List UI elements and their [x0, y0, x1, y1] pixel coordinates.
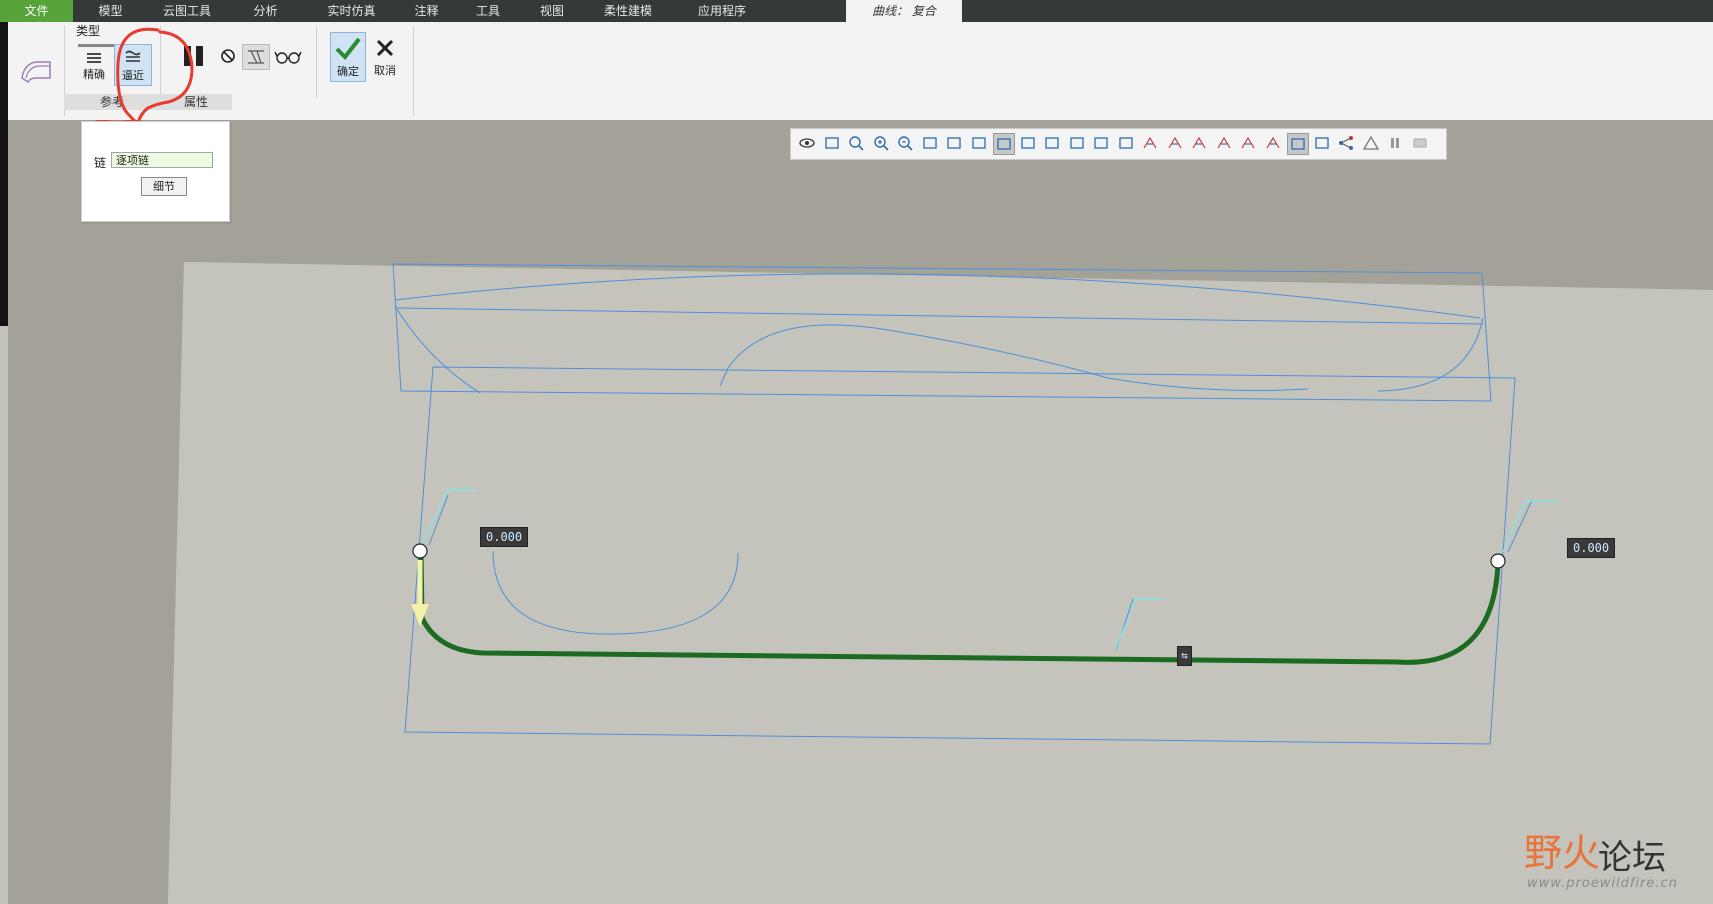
- tab-tools[interactable]: 工具: [455, 0, 521, 22]
- start-point-handle[interactable]: [412, 543, 428, 559]
- cancel-button[interactable]: 取消: [368, 32, 402, 80]
- axis-tag-icon[interactable]: [1214, 133, 1234, 153]
- csys-icon[interactable]: [1165, 133, 1185, 153]
- dimension-label-mid[interactable]: ⇆: [1177, 646, 1192, 666]
- spin-center-icon[interactable]: [822, 133, 842, 153]
- type-group-title: 类型: [76, 24, 101, 38]
- tab-realtime-sim[interactable]: 实时仿真: [305, 0, 398, 22]
- zoom-box-icon[interactable]: [846, 133, 866, 153]
- ribbon: 类型 精确 逼近 确定 取消 参考 属性: [8, 22, 1713, 121]
- prohibited-icon: [221, 49, 235, 63]
- left-edge-strip: [0, 22, 8, 326]
- tab-curve-composite[interactable]: 曲线： 复合: [846, 0, 962, 22]
- saved-views-icon[interactable]: [1042, 133, 1062, 153]
- end-point-handle[interactable]: [1490, 553, 1506, 569]
- tab-file[interactable]: 文件: [0, 0, 73, 22]
- tab-analysis[interactable]: 分析: [226, 0, 305, 22]
- shading-icon[interactable]: [944, 133, 964, 153]
- tab-applications[interactable]: 应用程序: [673, 0, 771, 22]
- plane-tag-icon[interactable]: [1189, 133, 1209, 153]
- spin-icon[interactable]: [1287, 133, 1309, 155]
- point-tag-icon[interactable]: [1238, 133, 1258, 153]
- network-icon[interactable]: [1336, 133, 1356, 153]
- close-icon: [376, 39, 394, 57]
- dimension-label-right[interactable]: 0.000: [1567, 538, 1616, 558]
- separator: [413, 26, 414, 116]
- select-icon[interactable]: [993, 133, 1015, 155]
- datum-plane-icon[interactable]: [1091, 133, 1111, 153]
- chain-label: 链: [94, 156, 107, 170]
- cancel-label: 取消: [374, 64, 396, 77]
- graphics-viewport[interactable]: [8, 120, 1713, 904]
- glasses-icon: [274, 51, 302, 64]
- verify-mode-button[interactable]: [242, 44, 270, 70]
- checkmark-icon: [335, 37, 361, 61]
- details-button[interactable]: 细节: [141, 177, 187, 196]
- no-preview-button[interactable]: [218, 46, 238, 66]
- tab-view[interactable]: 视图: [521, 0, 583, 22]
- csys-tag-icon[interactable]: [1263, 133, 1283, 153]
- pause-icon[interactable]: [1385, 133, 1405, 153]
- ok-button[interactable]: 确定: [330, 32, 366, 82]
- axis-icon[interactable]: [1116, 133, 1136, 153]
- chain-field[interactable]: 逐项链: [111, 152, 213, 168]
- verify-icon: [248, 50, 264, 64]
- reference-curve-icon[interactable]: [16, 48, 56, 88]
- part-surface: [168, 262, 1713, 904]
- view-icon[interactable]: [797, 133, 817, 153]
- graphics-toolbar: [790, 128, 1447, 160]
- watermark-url: www.proewildfire.cn: [1527, 876, 1678, 891]
- tab-flexible-modeling[interactable]: 柔性建模: [583, 0, 673, 22]
- dimension-label-left[interactable]: 0.000: [480, 527, 529, 547]
- triangle-icon[interactable]: [1361, 133, 1381, 153]
- references-popup: 链 逐项链 细节: [81, 121, 230, 222]
- refit-icon[interactable]: [920, 133, 940, 153]
- tab-model[interactable]: 模型: [73, 0, 148, 22]
- preview-button[interactable]: [272, 46, 304, 66]
- annotation-icon[interactable]: [1312, 133, 1332, 153]
- separator: [316, 26, 317, 98]
- watermark-brand-b: 论坛: [1598, 838, 1666, 878]
- ok-label: 确定: [337, 65, 359, 78]
- zoom-in-icon[interactable]: [871, 133, 891, 153]
- point-icon[interactable]: [1140, 133, 1160, 153]
- watermark-brand-a: 野火: [1524, 831, 1601, 875]
- display-style-icon[interactable]: [1067, 133, 1087, 153]
- disabled-icon[interactable]: [1410, 133, 1430, 153]
- named-views-icon[interactable]: [1018, 133, 1038, 153]
- tab-annotate[interactable]: 注释: [398, 0, 455, 22]
- zoom-out-icon[interactable]: [895, 133, 915, 153]
- box-icon[interactable]: [969, 133, 989, 153]
- tab-cloud-tools[interactable]: 云图工具: [148, 0, 226, 22]
